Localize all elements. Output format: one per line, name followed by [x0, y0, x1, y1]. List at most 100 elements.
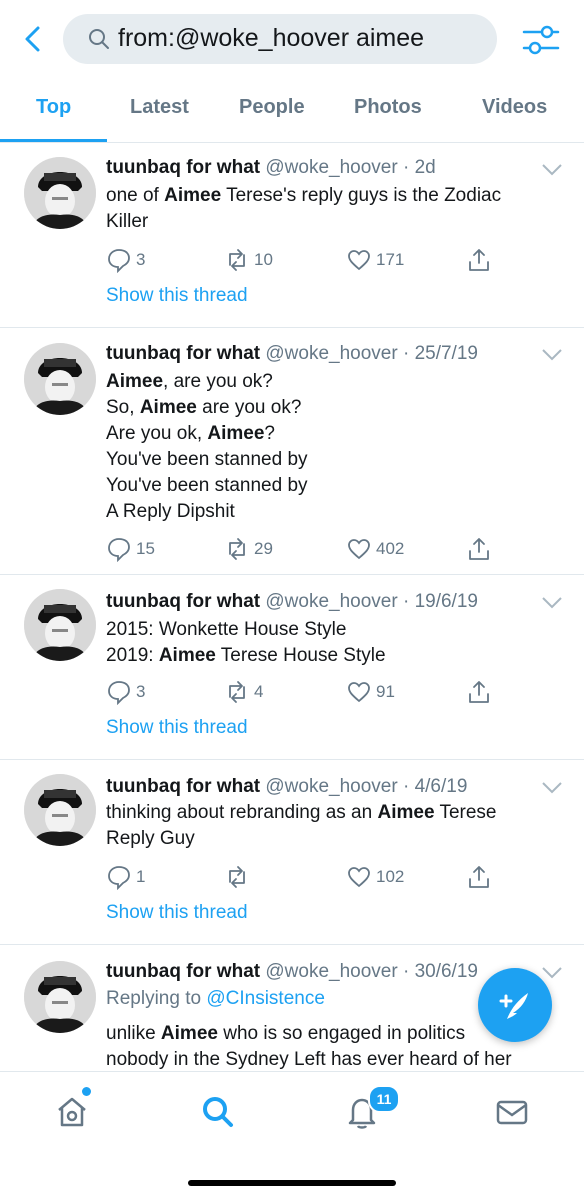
- compose-tweet-button[interactable]: [478, 968, 552, 1042]
- avatar-image: [24, 961, 96, 1033]
- like-button[interactable]: 102: [346, 863, 404, 891]
- avatar-image: [24, 343, 96, 415]
- show-thread-link[interactable]: Show this thread: [106, 717, 248, 739]
- author-handle-date: @woke_hoover · 19/6/19: [265, 591, 478, 612]
- retweet-button[interactable]: 29: [224, 535, 273, 563]
- heart-icon: [348, 682, 370, 703]
- text-segment: who is so engaged in politics: [217, 1023, 466, 1044]
- share-icon: [469, 249, 489, 271]
- replying-to: Replying to @CInsistence: [106, 988, 325, 1010]
- chevron-down-icon[interactable]: [541, 348, 563, 362]
- reply-button[interactable]: 1: [106, 863, 145, 891]
- tweet-text-line: one of Aimee Terese's reply guys is the …: [106, 183, 566, 209]
- tweet-text: Aimee, are you ok? So, Aimee are you ok? A…: [106, 369, 566, 525]
- show-thread-link[interactable]: Show this thread: [106, 902, 248, 924]
- highlighted-term: Aimee: [139, 397, 197, 418]
- tweet-text: one of Aimee Terese's reply guys is the …: [106, 183, 566, 235]
- text-segment: You've been stanned by: [106, 449, 308, 470]
- heart-icon: [348, 539, 370, 560]
- share-icon: [469, 866, 489, 888]
- home-icon[interactable]: [54, 1094, 90, 1130]
- author-handle-date: @woke_hoover · 25/7/19: [265, 343, 478, 364]
- text-segment: Terese House Style: [215, 645, 386, 666]
- messages-envelope-icon[interactable]: [494, 1094, 530, 1130]
- text-segment: nobody in the Sydney Left has ever heard…: [106, 1049, 512, 1070]
- share-button[interactable]: [466, 863, 492, 891]
- heart-icon: [348, 867, 370, 888]
- share-button[interactable]: [466, 678, 492, 706]
- like-button[interactable]: 171: [346, 246, 404, 274]
- chevron-down-icon[interactable]: [541, 596, 563, 610]
- tweet-header: tuunbaq for what @woke_hoover · 2d: [106, 157, 436, 179]
- retweet-button[interactable]: 10: [224, 246, 273, 274]
- search-input[interactable]: from:@woke_hoover aimee: [63, 14, 497, 64]
- reply-button[interactable]: 3: [106, 246, 145, 274]
- text-segment: 2019:: [106, 645, 159, 666]
- reply-icon: [108, 538, 130, 562]
- tweet-header: tuunbaq for what @woke_hoover · 19/6/19: [106, 591, 478, 613]
- author-name[interactable]: tuunbaq for what: [106, 343, 260, 364]
- replying-to-handle[interactable]: @CInsistence: [206, 988, 325, 1009]
- author-name[interactable]: tuunbaq for what: [106, 591, 260, 612]
- avatar[interactable]: [24, 774, 96, 846]
- author-name[interactable]: tuunbaq for what: [106, 157, 260, 178]
- retweet-icon: [229, 866, 245, 888]
- tab-latest[interactable]: Latest: [130, 96, 189, 119]
- reply-icon: [108, 681, 130, 705]
- share-button[interactable]: [466, 535, 492, 563]
- tab-photos[interactable]: Photos: [354, 96, 422, 119]
- like-button[interactable]: 91: [346, 678, 395, 706]
- avatar[interactable]: [24, 961, 96, 1033]
- tweet[interactable]: tuunbaq for what @woke_hoover · 25/7/19 …: [0, 328, 584, 575]
- text-segment: Terese's reply guys is the Zodiac: [221, 185, 502, 206]
- chevron-down-icon[interactable]: [541, 163, 563, 177]
- avatar-image: [24, 774, 96, 846]
- show-thread-link[interactable]: Show this thread: [106, 285, 248, 307]
- search-query: from:@woke_hoover aimee: [118, 24, 425, 52]
- like-count: 102: [376, 867, 405, 886]
- tab-videos[interactable]: Videos: [482, 96, 547, 119]
- chevron-down-icon[interactable]: [541, 966, 563, 980]
- like-count: 91: [376, 682, 395, 701]
- reply-button[interactable]: 3: [106, 678, 145, 706]
- search-filter-icon[interactable]: [522, 22, 560, 58]
- tab-top[interactable]: Top: [36, 96, 71, 119]
- avatar[interactable]: [24, 157, 96, 229]
- retweet-button[interactable]: [224, 863, 254, 891]
- text-segment: thinking about rebranding as an: [106, 802, 378, 823]
- reply-count: 3: [136, 682, 146, 701]
- author-name[interactable]: tuunbaq for what: [106, 961, 260, 982]
- like-button[interactable]: 402: [346, 535, 404, 563]
- text-segment: You've been stanned by: [106, 475, 308, 496]
- highlighted-term: Aimee: [160, 1023, 218, 1044]
- avatar[interactable]: [24, 589, 96, 661]
- feather-plus-icon: [499, 993, 528, 1019]
- avatar-image: [24, 589, 96, 661]
- tweet[interactable]: tuunbaq for what @woke_hoover · 4/6/19 t…: [0, 760, 584, 945]
- back-arrow-icon[interactable]: [18, 24, 48, 54]
- tweet-text-line: 2015: Wonkette House Style: [106, 617, 566, 643]
- text-segment: 2015: Wonkette House Style: [106, 619, 347, 640]
- retweet-icon: [229, 681, 245, 703]
- tweet[interactable]: tuunbaq for what @woke_hoover · 19/6/19 …: [0, 575, 584, 760]
- tweet-text: thinking about rebranding as an Aimee Te…: [106, 800, 566, 852]
- tweet-header: tuunbaq for what @woke_hoover · 25/7/19: [106, 343, 478, 365]
- share-button[interactable]: [466, 246, 492, 274]
- highlighted-term: Aimee: [106, 371, 164, 392]
- author-name[interactable]: tuunbaq for what: [106, 776, 260, 797]
- text-segment: Terese: [434, 802, 497, 823]
- chevron-down-icon[interactable]: [541, 781, 563, 795]
- tweet-text-line: You've been stanned by: [106, 473, 566, 499]
- text-segment: Are you ok,: [106, 423, 208, 444]
- active-tab-indicator: [0, 139, 107, 142]
- share-icon: [469, 681, 489, 703]
- retweet-button[interactable]: 4: [224, 678, 263, 706]
- heart-icon: [348, 250, 370, 271]
- avatar[interactable]: [24, 343, 96, 415]
- tweet[interactable]: tuunbaq for what @woke_hoover · 2d one o…: [0, 143, 584, 328]
- reply-button[interactable]: 15: [106, 535, 155, 563]
- avatar-image: [24, 157, 96, 229]
- like-count: 402: [376, 539, 405, 558]
- search-icon[interactable]: [200, 1094, 236, 1130]
- tab-people[interactable]: People: [239, 96, 305, 119]
